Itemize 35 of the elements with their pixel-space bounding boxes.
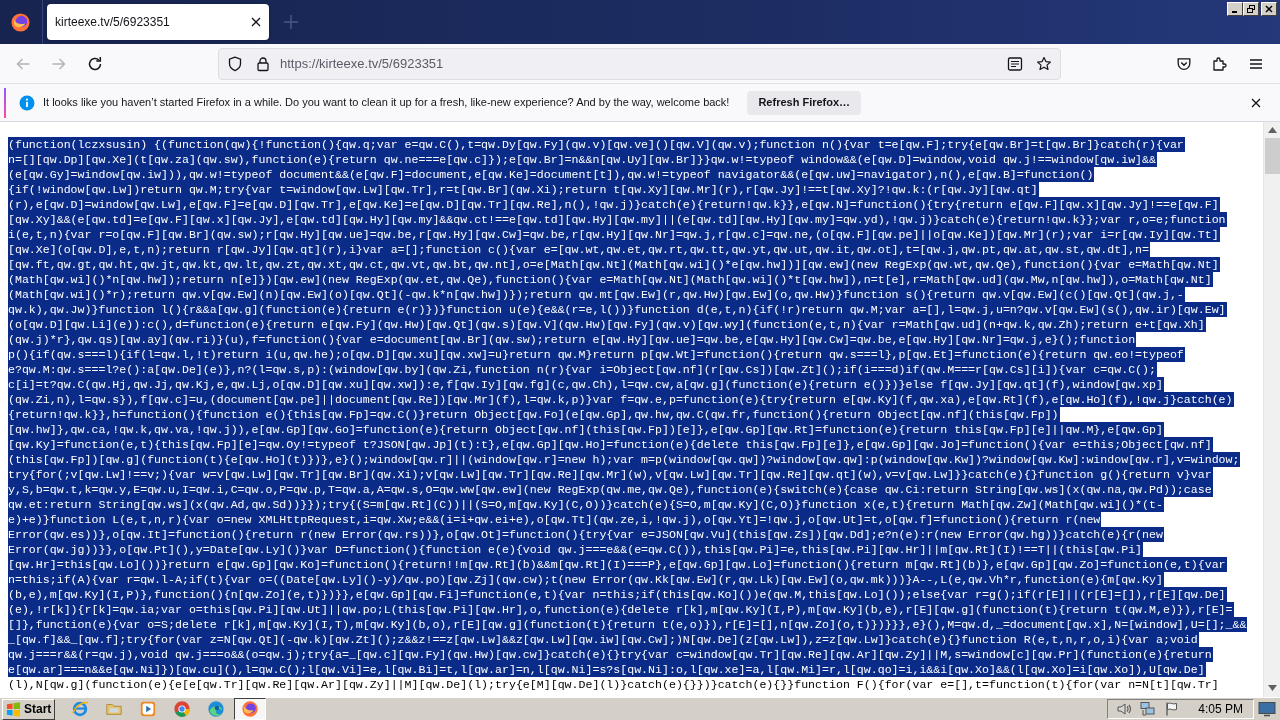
notification-message: It looks like you haven’t started Firefox in a while. Do you want to clean it up for a fresh, like-new experience? And by the way, welcome back! xyxy=(43,95,730,111)
taskbar-button[interactable] xyxy=(234,698,267,720)
close-button[interactable] xyxy=(1261,2,1277,16)
restore-icon xyxy=(1247,5,1255,13)
show-desktop-icon[interactable] xyxy=(1258,701,1276,717)
wave-logo-icon[interactable] xyxy=(207,700,226,718)
start-button[interactable]: Start xyxy=(2,698,56,720)
browser-logo-icon[interactable] xyxy=(11,12,30,32)
scrollbar-thumb[interactable] xyxy=(1264,138,1280,174)
pocket-icon[interactable] xyxy=(1176,55,1192,72)
refresh-button[interactable]: Refresh Firefox… xyxy=(747,90,862,115)
play-icon[interactable] xyxy=(139,700,158,718)
address-bar[interactable]: https://kirteexe.tv/5/6923351 xyxy=(218,47,1061,80)
reader-view-icon[interactable] xyxy=(1007,55,1023,72)
browser-tab[interactable]: kirteexe.tv/5/6923351 xyxy=(47,4,269,40)
minimize-button[interactable] xyxy=(1227,2,1243,16)
close-icon[interactable] xyxy=(251,17,261,27)
scroll-down-icon[interactable] xyxy=(1267,685,1277,691)
info-icon xyxy=(19,94,35,111)
clock: 4:05 PM xyxy=(1198,701,1243,718)
network-icon[interactable] xyxy=(1140,701,1157,717)
browser-logo-icon[interactable] xyxy=(241,700,260,718)
lock-icon[interactable] xyxy=(255,55,271,72)
reload-icon[interactable] xyxy=(87,55,103,72)
code-line: (l),N[qw.g](function(e){e[e[qw.Tr][qw.Re][qw.Ar][qw.Zy]||M][qw.De](l);try{e[M][qw.De](l)}catch(e){}})}catch(e){}}function F(){for(var e=[],t=function(t){for(var n=N[t][qw.Tr] xyxy=(8,677,1220,692)
scroll-up-icon[interactable] xyxy=(1267,127,1277,133)
restore-button[interactable] xyxy=(1243,2,1259,16)
close-icon xyxy=(1265,5,1273,13)
segmented-circle-icon[interactable] xyxy=(173,700,192,718)
close-icon[interactable] xyxy=(1251,97,1261,108)
star-icon[interactable] xyxy=(1036,55,1052,72)
puzzle-piece-icon[interactable] xyxy=(1212,55,1228,72)
window-logo-icon xyxy=(6,701,21,717)
shield-icon[interactable] xyxy=(227,55,243,72)
speaker-icon[interactable] xyxy=(1116,701,1133,717)
